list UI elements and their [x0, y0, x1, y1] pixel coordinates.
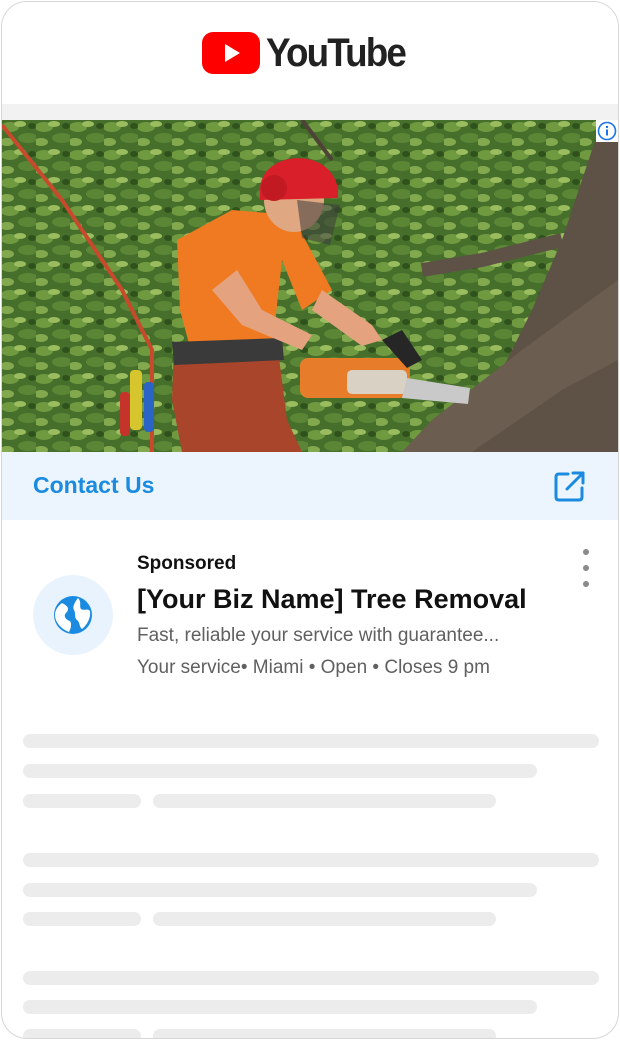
- ad-photo: [2, 120, 618, 452]
- more-vert-icon[interactable]: [574, 549, 598, 587]
- sponsored-label: Sponsored: [137, 553, 237, 574]
- placeholder-line: [23, 971, 599, 985]
- placeholder-line: [23, 1000, 537, 1014]
- external-link-icon[interactable]: [553, 469, 587, 503]
- globe-icon: [54, 596, 92, 634]
- phone-frame: YouTube Contact Us Sponsored [Your Biz N…: [1, 1, 619, 1039]
- contact-us-button[interactable]: Contact Us: [33, 472, 154, 499]
- placeholder-line: [23, 912, 141, 926]
- advertiser-avatar[interactable]: [33, 575, 113, 655]
- youtube-play-icon: [202, 32, 261, 74]
- placeholder-line: [153, 794, 496, 808]
- placeholder-line: [23, 883, 537, 897]
- ad-info-button[interactable]: [596, 120, 618, 142]
- placeholder-line: [153, 912, 496, 926]
- logo-text: YouTube: [266, 30, 407, 75]
- ad-description: Fast, reliable your service with guarant…: [137, 625, 500, 646]
- ad-image[interactable]: [2, 120, 618, 452]
- placeholder-line: [23, 1029, 141, 1038]
- contact-us-bar[interactable]: Contact Us: [2, 452, 618, 520]
- divider: [2, 104, 618, 120]
- placeholder-line: [23, 853, 599, 867]
- ad-title[interactable]: [Your Biz Name] Tree Removal: [137, 584, 527, 615]
- placeholder-line: [23, 764, 537, 778]
- ad-meta: Your service• Miami • Open • Closes 9 pm: [137, 657, 490, 678]
- placeholder-line: [23, 794, 141, 808]
- app-header: YouTube: [2, 2, 618, 104]
- info-icon: [597, 121, 617, 141]
- placeholder-line: [153, 1029, 496, 1038]
- placeholder-line: [23, 734, 599, 748]
- youtube-logo[interactable]: YouTube: [202, 31, 417, 76]
